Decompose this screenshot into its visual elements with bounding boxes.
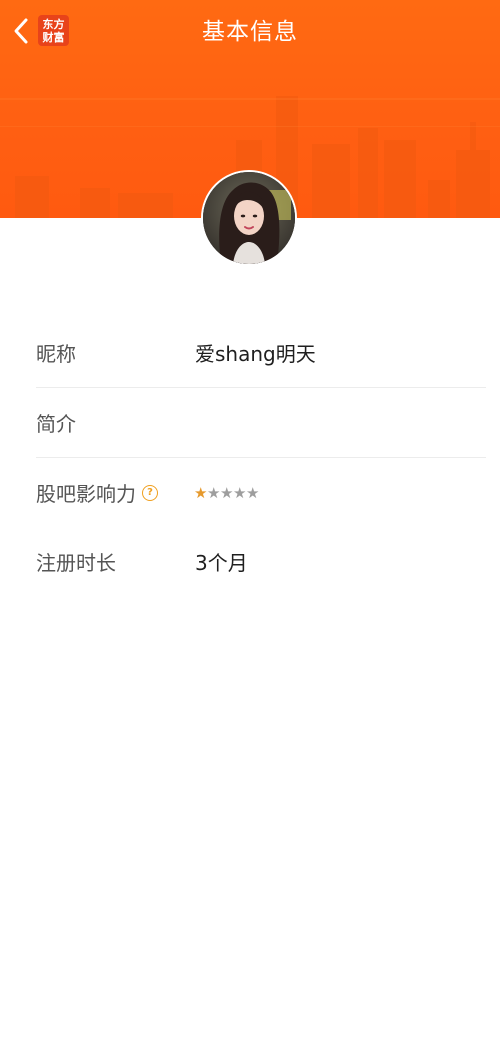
avatar-image [203,172,295,264]
nickname-row[interactable]: 昵称 爱shang明天 [36,318,486,388]
intro-label: 简介 [36,412,76,436]
influence-stars: ★ ★ ★ ★ ★ [194,484,259,502]
question-circle-icon[interactable]: ? [142,484,158,501]
influence-label: 股吧影响力 [36,482,136,506]
registration-row: 注册时长 3个月 [36,527,486,596]
registration-value: 3个月 [195,551,248,575]
profile-info-list: 昵称 爱shang明天 简介 股吧影响力 ? ★ ★ ★ ★ ★ 注册时长 3个… [0,318,500,596]
star-icon-empty: ★ [207,483,221,502]
star-icon-empty: ★ [220,483,234,502]
nickname-label: 昵称 [36,342,76,366]
influence-row: 股吧影响力 ? ★ ★ ★ ★ ★ [36,458,486,527]
star-icon-empty: ★ [246,483,260,502]
registration-label: 注册时长 [36,551,116,575]
avatar[interactable] [201,170,297,266]
star-icon-filled: ★ [194,483,208,502]
intro-row[interactable]: 简介 [36,388,486,458]
star-icon-empty: ★ [233,483,247,502]
nickname-value: 爱shang明天 [195,342,316,366]
page-title: 基本信息 [202,19,298,45]
influence-label-group: 股吧影响力 ? [36,478,158,507]
